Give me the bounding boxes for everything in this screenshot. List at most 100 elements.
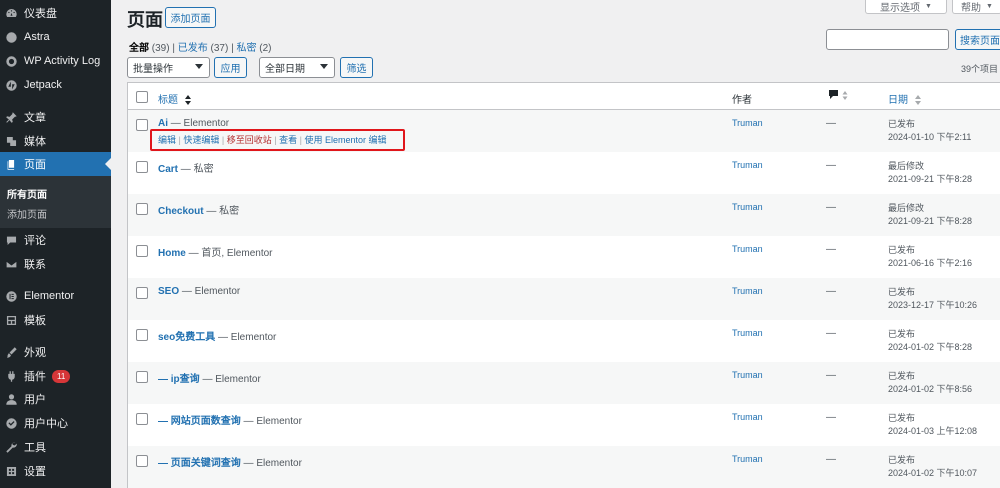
author-link[interactable]: Truman — [732, 328, 763, 338]
search-pages-button[interactable]: 搜索页面 — [955, 29, 1000, 50]
comment-count: — — [826, 202, 836, 213]
comment-count: — — [826, 244, 836, 255]
page-title-link[interactable]: — 页面关键词查询 — [158, 458, 241, 469]
filter-button[interactable]: 筛选 — [340, 57, 373, 78]
filter-all[interactable]: 全部 — [129, 43, 149, 54]
author-link[interactable]: Truman — [732, 286, 763, 296]
sidebar-item-user-center[interactable]: 用户中心 — [0, 411, 111, 435]
sidebar-item-activity-log[interactable]: WP Activity Log — [0, 49, 111, 73]
date-filter-select[interactable]: 全部日期 — [259, 57, 335, 78]
author-link[interactable]: Truman — [732, 244, 763, 254]
quick-edit-link[interactable]: 快速编辑 — [183, 135, 219, 145]
table-row: Ai — Elementor 编辑 | 快速编辑 | 移至回收站 | 查看 | … — [128, 110, 1000, 152]
row-checkbox[interactable] — [136, 371, 148, 383]
filter-separator: | — [231, 43, 234, 54]
sidebar-item-settings[interactable]: 设置 — [0, 459, 111, 483]
author-link[interactable]: Truman — [732, 454, 763, 464]
page-title-link[interactable]: — ip查询 — [158, 374, 200, 385]
status-filter-links: 全部 (39) | 已发布 (37) | 私密 (2) — [129, 39, 272, 54]
author-link[interactable]: Truman — [732, 160, 763, 170]
user-icon — [4, 392, 18, 406]
sidebar-item-label: Jetpack — [24, 79, 62, 91]
pages-table: 标题 作者 日期 Ai — Elementor 编辑 | 快速编辑 | 移至回收… — [127, 82, 1000, 488]
sidebar-item-pages[interactable]: 页面 — [0, 152, 111, 176]
sidebar-item-contact[interactable]: 联系 — [0, 252, 111, 276]
select-all-checkbox[interactable] — [136, 91, 148, 103]
row-checkbox[interactable] — [136, 245, 148, 257]
page-title-link[interactable]: Ai — [158, 118, 168, 129]
sidebar-item-media[interactable]: 媒体 — [0, 129, 111, 153]
page-title-link[interactable]: Home — [158, 248, 186, 259]
column-title-label: 标题 — [158, 95, 178, 106]
sidebar-item-posts[interactable]: 文章 — [0, 105, 111, 129]
sidebar-item-astra[interactable]: Astra — [0, 25, 111, 49]
column-date[interactable]: 日期 — [888, 91, 921, 106]
sidebar-item-jetpack[interactable]: Jetpack — [0, 73, 111, 97]
publish-status: 已发布 — [888, 413, 916, 423]
sidebar-item-tools[interactable]: 工具 — [0, 435, 111, 459]
comment-count: — — [826, 454, 836, 465]
comment-count: — — [826, 160, 836, 171]
author-link[interactable]: Truman — [732, 118, 763, 128]
publish-status: 已发布 — [888, 287, 916, 297]
author-link[interactable]: Truman — [732, 370, 763, 380]
apply-button[interactable]: 应用 — [214, 57, 247, 78]
trash-link[interactable]: 移至回收站 — [227, 135, 272, 145]
page-title-link[interactable]: — 网站页面数查询 — [158, 416, 241, 427]
filter-separator: | — [172, 43, 175, 54]
sidebar-item-label: 用户 — [24, 394, 46, 406]
help-button[interactable]: 帮助 ▼ — [952, 0, 1000, 14]
bulk-actions-select[interactable]: 批量操作 — [127, 57, 210, 78]
activity-log-icon — [4, 54, 18, 68]
sidebar-item-plugins[interactable]: 插件 11 — [0, 364, 111, 388]
publish-date: 2024-01-02 下午8:28 — [888, 342, 973, 352]
sidebar-item-label: 仪表盘 — [24, 8, 57, 20]
publish-status: 已发布 — [888, 455, 916, 465]
column-title[interactable]: 标题 — [158, 91, 191, 106]
sidebar-item-label: 工具 — [24, 442, 46, 454]
row-checkbox[interactable] — [136, 413, 148, 425]
sidebar-item-label: 联系 — [24, 259, 46, 271]
page-title-link[interactable]: Cart — [158, 164, 178, 175]
page-title-link[interactable]: Checkout — [158, 206, 204, 217]
pin-icon — [4, 110, 18, 124]
search-input[interactable] — [826, 29, 949, 50]
page-title-link[interactable]: seo免费工具 — [158, 332, 215, 343]
view-link[interactable]: 查看 — [279, 135, 297, 145]
page-state: — Elementor — [240, 416, 302, 427]
title-cell: Home — 首页, Elementor — [158, 244, 273, 259]
sidebar-item-elementor[interactable]: Elementor — [0, 284, 111, 308]
sidebar-item-dashboard[interactable]: 仪表盘 — [0, 1, 111, 25]
column-comments[interactable] — [828, 89, 848, 104]
author-link[interactable]: Truman — [732, 412, 763, 422]
sidebar-item-users[interactable]: 用户 — [0, 387, 111, 411]
sidebar-item-appearance[interactable]: 外观 — [0, 340, 111, 364]
row-checkbox[interactable] — [136, 287, 148, 299]
chevron-down-icon — [195, 64, 203, 69]
elementor-icon — [4, 289, 18, 303]
row-checkbox[interactable] — [136, 119, 148, 131]
filter-published[interactable]: 已发布 — [178, 43, 208, 54]
title-cell: — 页面关键词查询 — Elementor — [158, 454, 302, 469]
row-checkbox[interactable] — [136, 203, 148, 215]
row-checkbox[interactable] — [136, 455, 148, 467]
publish-date: 2024-01-10 下午2:11 — [888, 132, 972, 142]
edit-with-elementor-link[interactable]: 使用 Elementor 编辑 — [304, 135, 386, 145]
author-link[interactable]: Truman — [732, 202, 763, 212]
page-title-link[interactable]: SEO — [158, 286, 179, 297]
row-checkbox[interactable] — [136, 329, 148, 341]
add-new-page-button[interactable]: 添加页面 — [165, 7, 216, 28]
page-state: — Elementor — [215, 332, 277, 343]
sidebar-item-comments[interactable]: 评论 — [0, 228, 111, 252]
filter-private[interactable]: 私密 — [237, 43, 257, 54]
update-count-badge: 11 — [52, 369, 71, 383]
submenu-add-page[interactable]: 添加页面 — [7, 206, 47, 221]
sidebar-item-label: 外观 — [24, 347, 46, 359]
row-checkbox[interactable] — [136, 161, 148, 173]
submenu-all-pages[interactable]: 所有页面 — [7, 186, 47, 201]
edit-link[interactable]: 编辑 — [158, 135, 176, 145]
mail-icon — [4, 257, 18, 271]
publish-status: 已发布 — [888, 371, 916, 381]
sidebar-item-templates[interactable]: 模板 — [0, 308, 111, 332]
screen-options-button[interactable]: 显示选项 ▼ — [865, 0, 947, 14]
